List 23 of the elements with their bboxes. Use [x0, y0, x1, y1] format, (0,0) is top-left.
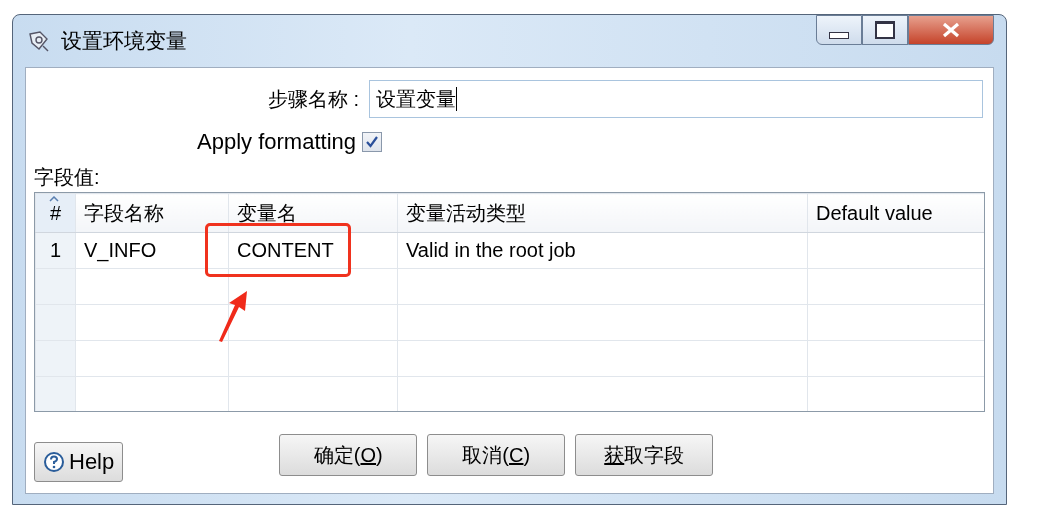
- close-icon: [941, 22, 961, 38]
- step-name-field[interactable]: 设置变量: [369, 80, 983, 118]
- step-name-label: 步骤名称 :: [266, 86, 360, 112]
- window-title: 设置环境变量: [61, 28, 187, 54]
- table-cell: V_INFO: [84, 239, 157, 261]
- table-cell: Valid in the root job: [406, 239, 576, 261]
- apply-formatting-label: Apply formatting: [196, 129, 357, 155]
- table-cell: CONTENT: [237, 239, 334, 261]
- help-button[interactable]: Help: [34, 442, 124, 482]
- app-icon: [27, 30, 51, 52]
- column-header[interactable]: 变量活动类型: [406, 201, 526, 224]
- close-button[interactable]: [908, 15, 994, 45]
- sort-icon: [49, 196, 59, 202]
- fields-label: 字段值:: [34, 165, 100, 190]
- dialog-button[interactable]: 获取字段: [575, 434, 714, 476]
- apply-formatting-checkbox[interactable]: [362, 132, 382, 152]
- dialog-button[interactable]: 取消(C): [427, 434, 566, 476]
- minimize-button[interactable]: [816, 15, 862, 45]
- column-header[interactable]: #: [49, 201, 62, 224]
- help-icon: [43, 451, 65, 473]
- dialog-button[interactable]: 确定(O): [279, 434, 418, 476]
- row-number: 1: [49, 239, 62, 261]
- maximize-button[interactable]: [862, 15, 908, 45]
